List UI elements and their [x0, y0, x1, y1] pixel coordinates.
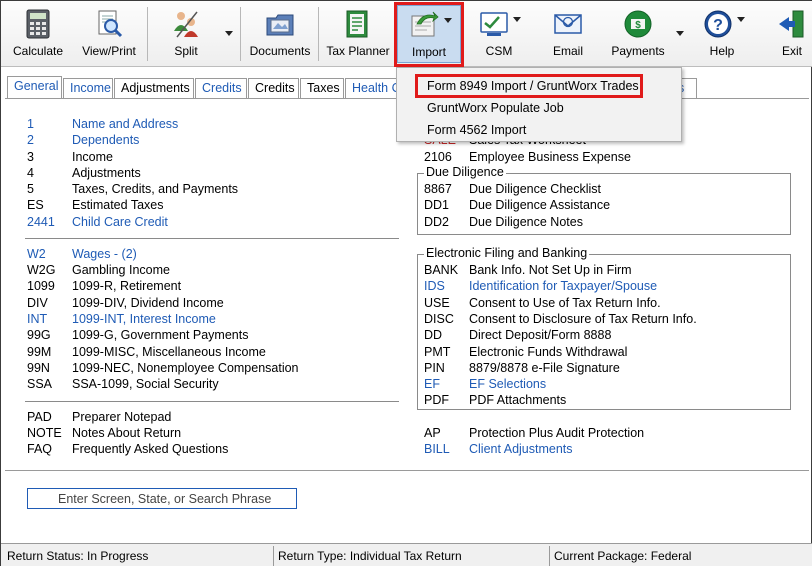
split-label: Split [174, 44, 198, 58]
tax-planner-icon [346, 10, 368, 38]
divider [25, 401, 399, 402]
tax-planner-label: Tax Planner [326, 44, 390, 58]
csm-button[interactable]: CSM [467, 5, 531, 63]
status-separator [549, 546, 550, 566]
exit-button[interactable]: Exit [771, 5, 812, 63]
calculate-label: Calculate [12, 44, 64, 58]
toolbar-separator [318, 7, 319, 61]
calculator-icon [26, 9, 50, 39]
help-button[interactable]: ? Help [693, 5, 751, 63]
magnifier-document-icon [98, 10, 123, 38]
split-people-icon [174, 11, 198, 38]
status-separator [273, 546, 274, 566]
split-button[interactable]: Split [153, 5, 219, 63]
toolbar: Calculate View/Print Split Documents Tax… [1, 1, 812, 67]
csm-icon [480, 12, 508, 36]
tab-credits-2[interactable]: Credits [248, 78, 299, 98]
return-status: Return Status: In Progress [7, 549, 149, 563]
svg-text:$: $ [635, 20, 641, 31]
payments-button[interactable]: $ Payments [605, 5, 671, 63]
split-dropdown-button[interactable] [223, 5, 235, 63]
tab-health-care[interactable]: Health C [345, 78, 399, 98]
search-input[interactable] [27, 488, 297, 509]
csm-label: CSM [485, 44, 513, 58]
chevron-down-icon [444, 18, 452, 23]
folder-documents-icon [266, 14, 294, 36]
toolbar-separator [240, 7, 241, 61]
divider [5, 470, 809, 471]
tab-general[interactable]: General [7, 76, 62, 98]
tab-credits[interactable]: Credits [195, 78, 247, 98]
menu-item-gruntworx-populate-job[interactable]: GruntWorx Populate Job [427, 101, 564, 115]
menu-item-form-8949-import[interactable]: Form 8949 Import / GruntWorx Trades [427, 79, 639, 93]
documents-button[interactable]: Documents [247, 5, 313, 63]
email-label: Email [552, 44, 583, 58]
view-print-button[interactable]: View/Print [77, 5, 141, 63]
email-icon [554, 14, 582, 34]
view-print-label: View/Print [82, 44, 136, 58]
group-title: Due Diligence [424, 165, 506, 179]
import-dropdown-menu: Form 8949 Import / GruntWorx Trades Grun… [396, 67, 682, 142]
tab-income[interactable]: Income [63, 78, 113, 98]
menu-item-form-4562-import[interactable]: Form 4562 Import [427, 123, 526, 137]
dollar-icon: $ [624, 10, 652, 38]
documents-label: Documents [249, 44, 311, 58]
chevron-down-icon [225, 31, 233, 36]
tab-taxes[interactable]: Taxes [300, 78, 344, 98]
group-title: Electronic Filing and Banking [424, 246, 590, 260]
svg-text:?: ? [713, 17, 723, 34]
toolbar-separator [147, 7, 148, 61]
tax-planner-button[interactable]: Tax Planner [325, 5, 391, 63]
app-window: Calculate View/Print Split Documents Tax… [0, 0, 812, 566]
exit-label: Exit [781, 44, 802, 58]
import-label: Import [411, 45, 446, 59]
current-package: Current Package: Federal [554, 549, 692, 563]
chevron-down-icon [513, 17, 521, 22]
import-icon [411, 11, 439, 37]
status-bar: Return Status: In Progress Return Type: … [1, 543, 812, 566]
help-question-icon: ? [704, 10, 732, 38]
calculate-button[interactable]: Calculate [5, 5, 71, 63]
return-type: Return Type: Individual Tax Return [278, 549, 462, 563]
divider [25, 238, 399, 239]
payments-dropdown-button[interactable] [673, 5, 687, 63]
import-button[interactable]: Import [397, 5, 461, 63]
chevron-down-icon [737, 17, 745, 22]
exit-door-icon [779, 10, 804, 38]
tab-adjustments[interactable]: Adjustments [114, 78, 194, 98]
payments-label: Payments [611, 44, 665, 58]
help-label: Help [709, 44, 735, 58]
email-button[interactable]: Email [537, 5, 599, 63]
chevron-down-icon [676, 31, 684, 36]
